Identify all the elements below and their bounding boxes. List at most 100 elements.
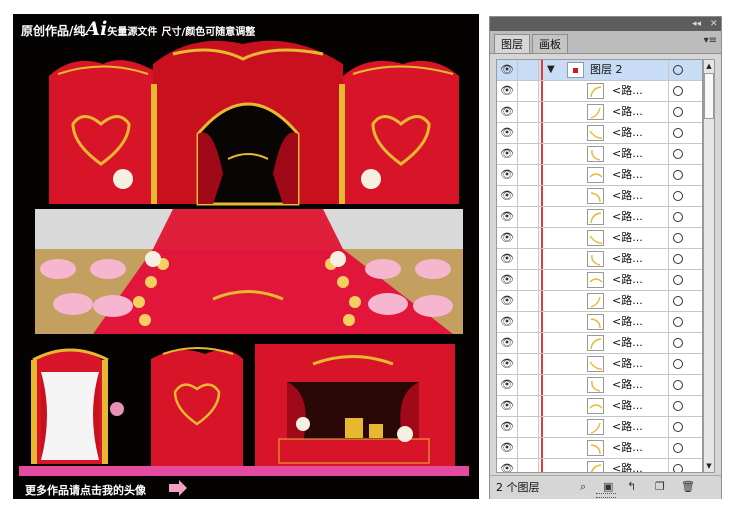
lock-toggle[interactable] [518,270,539,290]
panel-titlebar[interactable]: ◂◂ ✕ [490,17,721,31]
target-circle-icon[interactable] [673,233,683,243]
sublayer-row[interactable]: 👁 <路... [497,312,702,333]
target-circle-icon[interactable] [673,275,683,285]
target-circle-icon[interactable] [673,401,683,411]
lock-toggle[interactable] [518,438,539,458]
sublayer-row[interactable]: 👁 <路... [497,81,702,102]
lock-toggle[interactable] [518,291,539,311]
target-circle-icon[interactable] [673,443,683,453]
sublayer-row[interactable]: 👁 <路... [497,291,702,312]
target-circle-icon[interactable] [673,338,683,348]
visibility-eye-icon[interactable]: 👁 [497,291,518,311]
lock-toggle[interactable] [518,333,539,353]
sublayer-name[interactable]: <路... [612,165,643,185]
target-circle-icon[interactable] [673,254,683,264]
lock-toggle[interactable] [518,396,539,416]
sublayer-name[interactable]: <路... [612,123,643,143]
target-circle-icon[interactable] [673,296,683,306]
delete-layer-icon[interactable]: 🗑 [681,480,695,493]
target-circle-icon[interactable] [673,380,683,390]
lock-toggle[interactable] [518,60,539,80]
make-clipping-mask-icon[interactable]: ▣ [603,480,613,493]
sublayer-row[interactable]: 👁 <路... [497,186,702,207]
visibility-eye-icon[interactable]: 👁 [497,60,518,80]
lock-toggle[interactable] [518,81,539,101]
sublayer-name[interactable]: <路... [612,144,643,164]
layer-row[interactable]: 👁 ▼ 图层 2 [497,60,702,81]
sublayer-row[interactable]: 👁 <路... [497,207,702,228]
layer-list-scrollbar[interactable]: ▲ ▼ [703,59,715,473]
lock-toggle[interactable] [518,207,539,227]
sublayer-name[interactable]: <路... [612,207,643,227]
sublayer-row[interactable]: 👁 <路... [497,438,702,459]
lock-toggle[interactable] [518,312,539,332]
lock-toggle[interactable] [518,459,539,472]
sublayer-row[interactable]: 👁 <路... [497,270,702,291]
scroll-down-arrow-icon[interactable]: ▼ [704,460,714,472]
target-circle-icon[interactable] [673,86,683,96]
scroll-thumb[interactable] [704,73,714,119]
sublayer-row[interactable]: 👁 <路... [497,102,702,123]
visibility-eye-icon[interactable]: 👁 [497,459,518,472]
visibility-eye-icon[interactable]: 👁 [497,228,518,248]
locate-object-icon[interactable]: ⌕ [580,480,586,494]
target-circle-icon[interactable] [673,464,683,472]
lock-toggle[interactable] [518,144,539,164]
target-circle-icon[interactable] [673,212,683,222]
lock-toggle[interactable] [518,123,539,143]
visibility-eye-icon[interactable]: 👁 [497,438,518,458]
target-circle-icon[interactable] [673,422,683,432]
lock-toggle[interactable] [518,165,539,185]
visibility-eye-icon[interactable]: 👁 [497,165,518,185]
new-layer-icon[interactable]: ❐ [655,480,665,493]
collapse-arrows-icon[interactable]: ◂◂ [692,17,701,31]
visibility-eye-icon[interactable]: 👁 [497,144,518,164]
lock-toggle[interactable] [518,102,539,122]
scroll-up-arrow-icon[interactable]: ▲ [704,60,714,72]
expand-triangle-icon[interactable]: ▼ [547,60,555,80]
sublayer-row[interactable]: 👁 <路... [497,375,702,396]
visibility-eye-icon[interactable]: 👁 [497,270,518,290]
target-circle-icon[interactable] [673,149,683,159]
sublayer-row[interactable]: 👁 <路... [497,165,702,186]
lock-toggle[interactable] [518,375,539,395]
panel-menu-icon[interactable]: ▾≡ [704,35,717,46]
visibility-eye-icon[interactable]: 👁 [497,186,518,206]
new-sublayer-icon[interactable]: ↰ [627,480,636,493]
resize-grip[interactable] [596,493,616,498]
sublayer-row[interactable]: 👁 <路... [497,228,702,249]
tab-layers[interactable]: 图层 [494,34,530,53]
sublayer-row[interactable]: 👁 <路... [497,396,702,417]
visibility-eye-icon[interactable]: 👁 [497,249,518,269]
lock-toggle[interactable] [518,186,539,206]
sublayer-name[interactable]: <路... [612,459,643,472]
visibility-eye-icon[interactable]: 👁 [497,123,518,143]
sublayer-row[interactable]: 👁 <路... [497,144,702,165]
visibility-eye-icon[interactable]: 👁 [497,375,518,395]
visibility-eye-icon[interactable]: 👁 [497,396,518,416]
sublayer-row[interactable]: 👁 <路... [497,249,702,270]
visibility-eye-icon[interactable]: 👁 [497,354,518,374]
sublayer-row[interactable]: 👁 <路... [497,123,702,144]
visibility-eye-icon[interactable]: 👁 [497,81,518,101]
sublayer-row[interactable]: 👁 <路... [497,417,702,438]
sublayer-name[interactable]: <路... [612,438,643,458]
visibility-eye-icon[interactable]: 👁 [497,207,518,227]
sublayer-name[interactable]: <路... [612,228,643,248]
target-circle-icon[interactable] [673,65,683,75]
sublayer-name[interactable]: <路... [612,81,643,101]
target-circle-icon[interactable] [673,107,683,117]
layer-name[interactable]: 图层 2 [590,60,623,80]
sublayer-row[interactable]: 👁 <路... [497,459,702,472]
visibility-eye-icon[interactable]: 👁 [497,312,518,332]
target-circle-icon[interactable] [673,317,683,327]
sublayer-name[interactable]: <路... [612,333,643,353]
sublayer-name[interactable]: <路... [612,396,643,416]
sublayer-row[interactable]: 👁 <路... [497,333,702,354]
lock-toggle[interactable] [518,354,539,374]
sublayer-name[interactable]: <路... [612,249,643,269]
sublayer-name[interactable]: <路... [612,312,643,332]
close-icon[interactable]: ✕ [710,17,718,31]
lock-toggle[interactable] [518,228,539,248]
visibility-eye-icon[interactable]: 👁 [497,102,518,122]
